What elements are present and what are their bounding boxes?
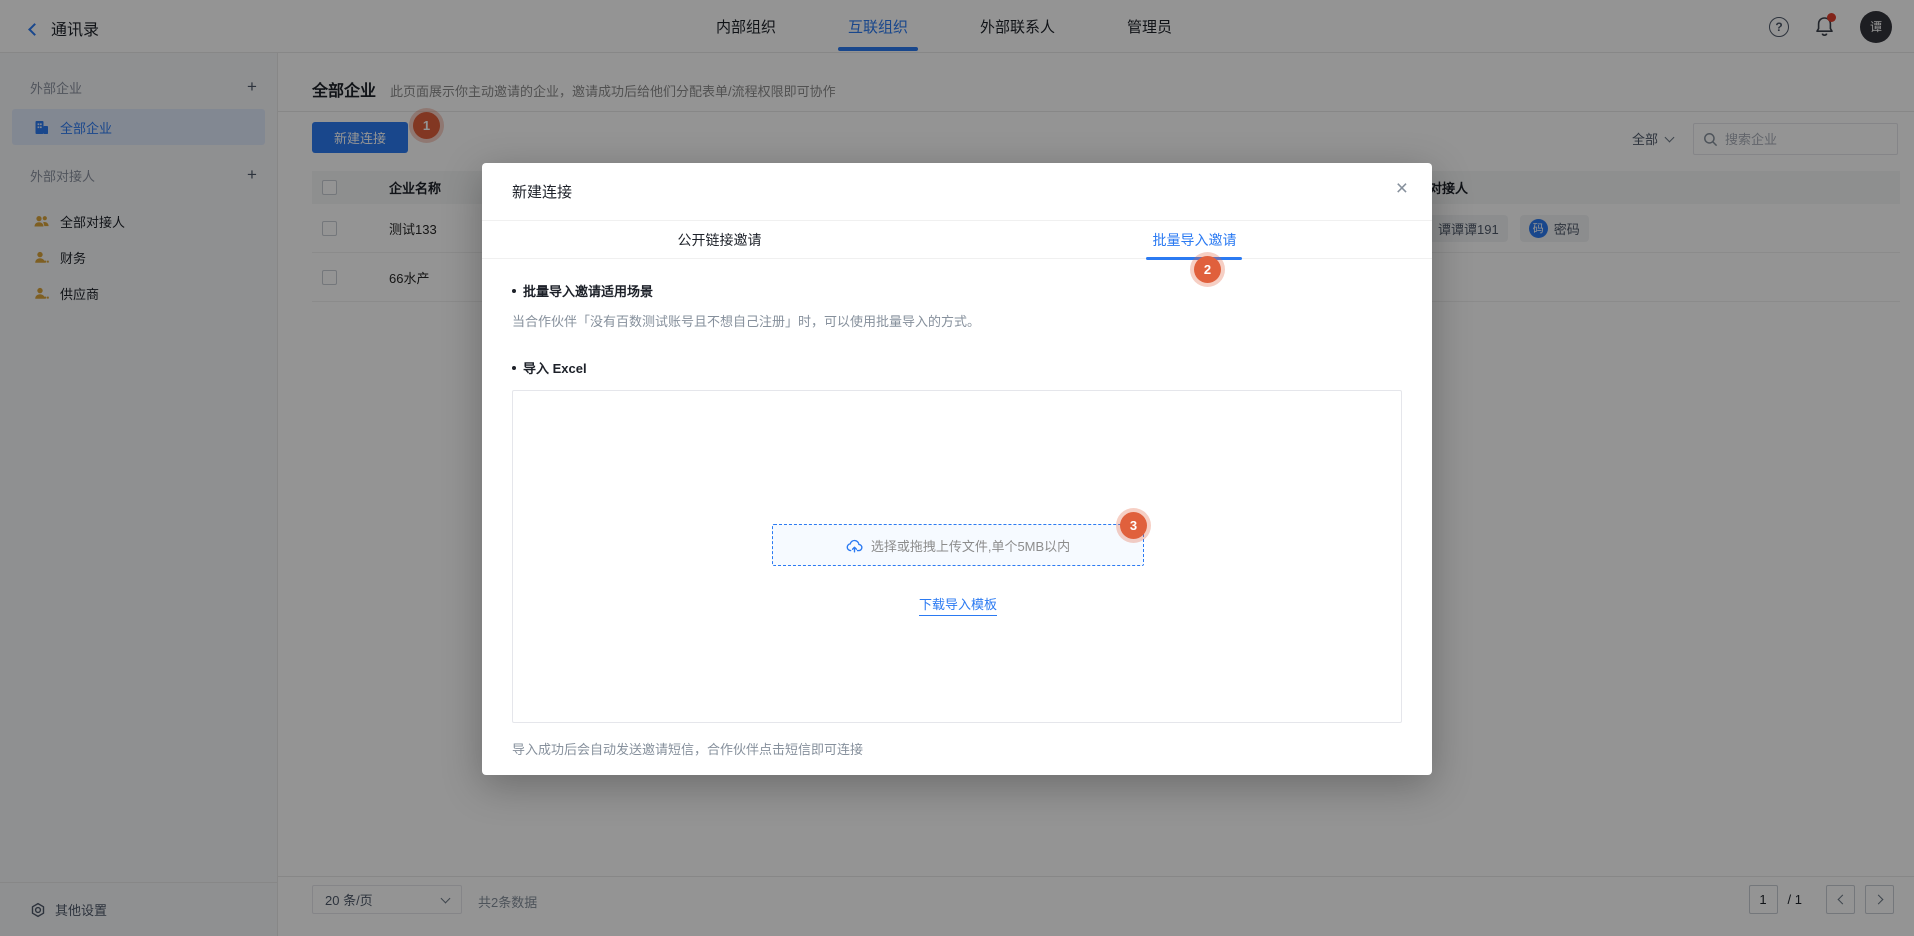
modal-header: 新建连接 × <box>482 163 1432 221</box>
modal-tabs: 公开链接邀请 批量导入邀请 <box>482 221 1432 259</box>
modal-body: 批量导入邀请适用场景 当合作伙伴「没有百数测试账号且不想自己注册」时，可以使用批… <box>482 259 1432 723</box>
upload-dropzone[interactable]: 选择或拖拽上传文件,单个5MB以内 <box>772 524 1144 566</box>
upload-text: 选择或拖拽上传文件,单个5MB以内 <box>871 536 1070 555</box>
modal-note: 导入成功后会自动发送邀请短信，合作伙伴点击短信即可连接 <box>512 739 863 758</box>
section-scenario-desc: 当合作伙伴「没有百数测试账号且不想自己注册」时，可以使用批量导入的方式。 <box>512 311 1402 330</box>
modal-title: 新建连接 <box>512 181 572 202</box>
tab-public-link-invite[interactable]: 公开链接邀请 <box>482 221 957 258</box>
download-template-row: 下载导入模板 <box>513 594 1403 613</box>
bullet-dot <box>512 366 516 370</box>
section-import-title: 导入 Excel <box>512 358 1402 377</box>
app-root: 通讯录 内部组织 互联组织 外部联系人 管理员 ? 谭 外部企业 + 全部企业 <box>0 0 1914 936</box>
new-connection-modal: 新建连接 × 公开链接邀请 批量导入邀请 2 批量导入邀请适用场景 当合作伙伴「… <box>482 163 1432 775</box>
download-template-link[interactable]: 下载导入模板 <box>919 597 997 616</box>
section-scenario-title: 批量导入邀请适用场景 <box>512 281 1402 300</box>
tab-batch-import-invite[interactable]: 批量导入邀请 <box>957 221 1432 258</box>
upload-cloud-icon <box>846 538 863 553</box>
bullet-dot <box>512 289 516 293</box>
section-title-text: 批量导入邀请适用场景 <box>523 281 653 300</box>
close-icon[interactable]: × <box>1396 178 1408 199</box>
section-title-text: 导入 Excel <box>523 358 587 377</box>
import-excel-panel: 选择或拖拽上传文件,单个5MB以内 3 下载导入模板 <box>512 390 1402 723</box>
step-badge-3: 3 <box>1120 512 1147 539</box>
